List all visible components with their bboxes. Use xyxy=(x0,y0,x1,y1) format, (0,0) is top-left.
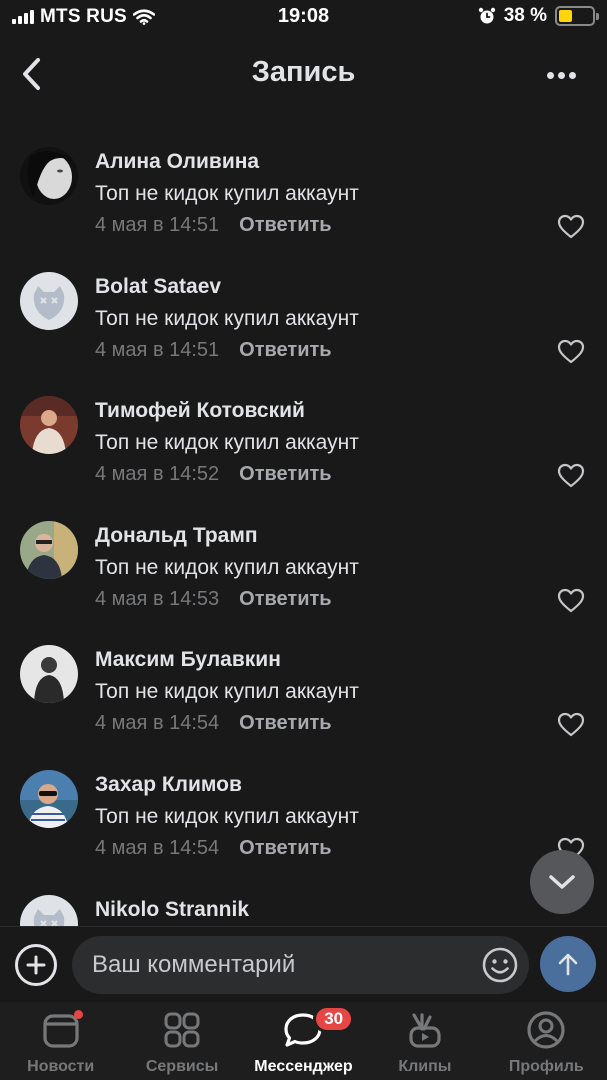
attach-button[interactable] xyxy=(15,944,57,986)
comments-list[interactable]: Алина Оливина Топ не кидок купил аккаунт… xyxy=(0,140,607,926)
clips-icon xyxy=(403,1008,447,1052)
status-bar: MTS RUS 19:08 38 % xyxy=(0,0,607,34)
avatar[interactable] xyxy=(20,769,78,828)
comment-meta: 4 мая в 14:51 Ответить xyxy=(95,339,332,362)
reply-button[interactable]: Ответить xyxy=(239,588,331,611)
news-icon xyxy=(39,1008,83,1052)
tab-label: Сервисы xyxy=(145,1058,219,1075)
comment-meta: 4 мая в 14:51 Ответить xyxy=(95,214,332,237)
comment-author[interactable]: Nikolo Strannik xyxy=(95,898,249,922)
comment-meta: 4 мая в 14:54 Ответить xyxy=(95,837,332,860)
reply-button[interactable]: Ответить xyxy=(239,214,331,237)
comment-date: 4 мая в 14:53 xyxy=(95,587,220,610)
more-options-button[interactable] xyxy=(539,58,583,92)
heart-icon[interactable] xyxy=(557,712,585,738)
more-dot xyxy=(568,71,576,79)
tab-services[interactable]: Сервисы xyxy=(121,1002,242,1080)
comment-author[interactable]: Тимофей Котовский xyxy=(95,399,305,423)
comment-item: Захар Климов Топ не кидок купил аккаунт … xyxy=(0,763,607,888)
avatar[interactable] xyxy=(20,645,78,704)
comment-text: Топ не кидок купил аккаунт xyxy=(95,306,359,330)
comment-item: Алина Оливина Топ не кидок купил аккаунт… xyxy=(0,140,607,265)
comment-author[interactable]: Захар Климов xyxy=(95,773,242,797)
tab-profile[interactable]: Профиль xyxy=(486,1002,607,1080)
header: Запись xyxy=(0,44,607,104)
tab-label: Мессенджер xyxy=(254,1058,353,1075)
more-dot xyxy=(557,71,565,79)
tab-label: Профиль xyxy=(508,1058,584,1075)
profile-icon xyxy=(524,1008,568,1052)
comment-author[interactable]: Максим Булавкин xyxy=(95,648,281,672)
reply-button[interactable]: Ответить xyxy=(239,339,331,362)
tab-label: Новости xyxy=(27,1058,95,1075)
tab-news[interactable]: Новости xyxy=(0,1002,121,1080)
heart-icon[interactable] xyxy=(557,214,585,240)
arrow-up-icon xyxy=(558,953,578,976)
battery-percent: 38 % xyxy=(503,5,547,26)
tab-bar: Новости Сервисы 30 Мессенджер Клипы Проф… xyxy=(0,1002,607,1080)
services-icon xyxy=(160,1008,204,1052)
comment-item: Тимофей Котовский Топ не кидок купил акк… xyxy=(0,389,607,514)
comment-text: Топ не кидок купил аккаунт xyxy=(95,555,359,579)
plus-icon xyxy=(26,955,46,975)
emoji-icon[interactable] xyxy=(481,946,519,984)
avatar[interactable] xyxy=(20,271,78,330)
comment-meta: 4 мая в 14:53 Ответить xyxy=(95,588,332,611)
comment-date: 4 мая в 14:51 xyxy=(95,214,220,236)
comment-meta: 4 мая в 14:54 Ответить xyxy=(95,712,332,735)
reply-button[interactable]: Ответить xyxy=(239,463,331,486)
battery-icon xyxy=(555,6,599,26)
comment-date: 4 мая в 14:52 xyxy=(95,463,220,486)
comment-input-bar xyxy=(0,926,607,1002)
comment-item: Nikolo Strannik xyxy=(0,888,607,926)
reply-button[interactable]: Ответить xyxy=(239,712,331,735)
comment-author[interactable]: Bolat Sataev xyxy=(95,275,221,299)
heart-icon[interactable] xyxy=(557,588,585,614)
comment-author[interactable]: Дональд Трамп xyxy=(95,524,258,548)
avatar[interactable] xyxy=(20,520,78,579)
more-dot xyxy=(546,71,554,79)
comment-author[interactable]: Алина Оливина xyxy=(95,150,259,174)
status-right: 38 % xyxy=(478,5,599,27)
avatar[interactable] xyxy=(20,147,78,205)
tab-clips[interactable]: Клипы xyxy=(364,1002,485,1080)
tab-messenger[interactable]: 30 Мессенджер xyxy=(243,1002,364,1080)
heart-icon[interactable] xyxy=(557,339,585,365)
alarm-icon xyxy=(478,7,495,24)
comment-date: 4 мая в 14:51 xyxy=(95,338,220,361)
scroll-down-button[interactable] xyxy=(530,850,594,914)
comment-date: 4 мая в 14:54 xyxy=(95,836,220,859)
comment-item: Дональд Трамп Топ не кидок купил аккаунт… xyxy=(0,514,607,639)
unread-badge: 30 xyxy=(313,1005,355,1033)
tab-label: Клипы xyxy=(398,1058,452,1075)
comment-item: Bolat Sataev Топ не кидок купил аккаунт … xyxy=(0,265,607,390)
screen: MTS RUS 19:08 38 % Запись Алина Оливина … xyxy=(0,0,607,1080)
heart-icon[interactable] xyxy=(557,463,585,489)
send-button[interactable] xyxy=(540,936,596,992)
avatar[interactable] xyxy=(20,894,78,926)
comment-date: 4 мая в 14:54 xyxy=(95,712,220,735)
comment-field-wrapper xyxy=(72,936,529,994)
page-title: Запись xyxy=(251,56,356,88)
comment-text: Топ не кидок купил аккаунт xyxy=(95,182,359,205)
comment-text: Топ не кидок купил аккаунт xyxy=(95,680,359,704)
reply-button[interactable]: Ответить xyxy=(239,837,331,860)
avatar[interactable] xyxy=(20,396,78,455)
chevron-down-icon xyxy=(549,875,575,889)
notification-dot xyxy=(73,1010,83,1019)
comment-item: Максим Булавкин Топ не кидок купил аккау… xyxy=(0,638,607,763)
comment-input[interactable] xyxy=(92,948,472,982)
comment-text: Топ не кидок купил аккаунт xyxy=(95,431,359,455)
comment-text: Топ не кидок купил аккаунт xyxy=(95,804,359,828)
comment-meta: 4 мая в 14:52 Ответить xyxy=(95,463,332,486)
